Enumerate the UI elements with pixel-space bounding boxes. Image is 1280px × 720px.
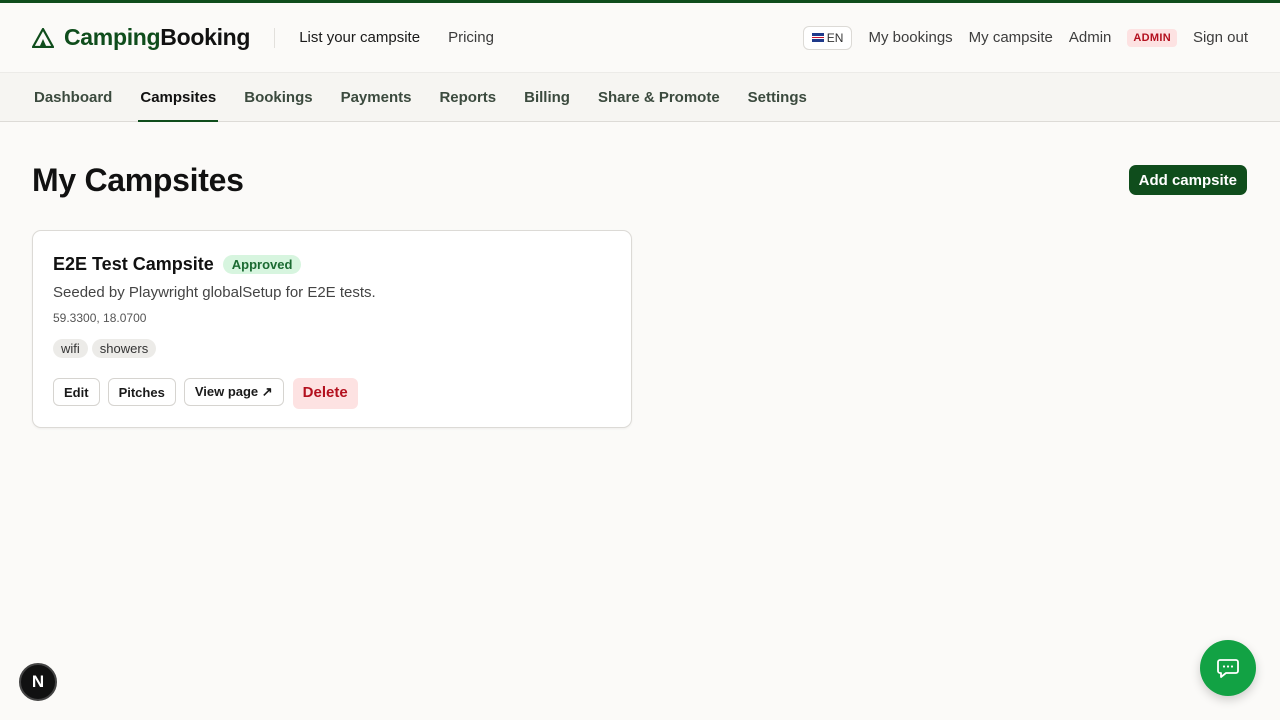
my-bookings-link[interactable]: My bookings xyxy=(868,29,952,46)
pricing-link[interactable]: Pricing xyxy=(448,29,494,46)
amenity-chip: wifi xyxy=(53,339,88,358)
sign-out-link[interactable]: Sign out xyxy=(1193,29,1248,46)
divider xyxy=(274,27,276,48)
card-actions: Edit Pitches View page ↗ Delete xyxy=(53,375,358,409)
status-badge: Approved xyxy=(222,255,302,274)
tab-settings[interactable]: Settings xyxy=(746,73,809,121)
chat-button[interactable] xyxy=(1200,640,1256,696)
brand-name-part2: Booking xyxy=(160,24,251,50)
add-campsite-button[interactable]: Add campsite xyxy=(1128,165,1247,195)
campsite-coordinates: 59.3300, 18.0700 xyxy=(53,311,147,325)
edit-button[interactable]: Edit xyxy=(53,378,100,406)
tab-billing[interactable]: Billing xyxy=(522,73,572,121)
tent-icon xyxy=(32,27,54,48)
amenity-chip: showers xyxy=(91,339,157,358)
language-selector[interactable]: EN xyxy=(802,25,853,50)
chat-icon xyxy=(1217,659,1239,678)
brand-name-part1: Camping xyxy=(64,24,161,50)
role-badge: ADMIN xyxy=(1127,28,1177,47)
delete-button[interactable]: Delete xyxy=(292,378,358,409)
tab-payments[interactable]: Payments xyxy=(339,73,414,121)
tab-bookings[interactable]: Bookings xyxy=(242,73,314,121)
campsite-name: E2E Test Campsite xyxy=(53,254,214,274)
uk-flag-icon xyxy=(811,33,824,42)
tab-dashboard[interactable]: Dashboard xyxy=(32,73,114,121)
pitches-button[interactable]: Pitches xyxy=(107,378,176,406)
brand-name: CampingBooking xyxy=(64,24,250,51)
language-label: EN xyxy=(826,30,844,45)
amenity-list: wifi showers xyxy=(53,339,157,358)
brand-logo[interactable]: CampingBooking xyxy=(32,24,250,51)
top-navigation: CampingBooking List your campsite Pricin… xyxy=(0,0,1280,73)
campsite-description: Seeded by Playwright globalSetup for E2E… xyxy=(53,284,376,301)
tab-share-promote[interactable]: Share & Promote xyxy=(596,73,722,121)
page-title: My Campsites xyxy=(32,162,244,198)
view-page-button[interactable]: View page ↗ xyxy=(183,378,284,406)
dev-tools-badge[interactable]: N xyxy=(19,663,57,701)
campsite-card: E2E Test Campsite Approved Seeded by Pla… xyxy=(32,230,632,428)
list-campsite-link[interactable]: List your campsite xyxy=(299,29,420,46)
tab-reports[interactable]: Reports xyxy=(437,73,498,121)
tab-campsites[interactable]: Campsites xyxy=(138,73,219,122)
admin-link[interactable]: Admin xyxy=(1069,29,1112,46)
section-tabs: Dashboard Campsites Bookings Payments Re… xyxy=(0,73,1280,122)
my-campsite-link[interactable]: My campsite xyxy=(969,29,1053,46)
